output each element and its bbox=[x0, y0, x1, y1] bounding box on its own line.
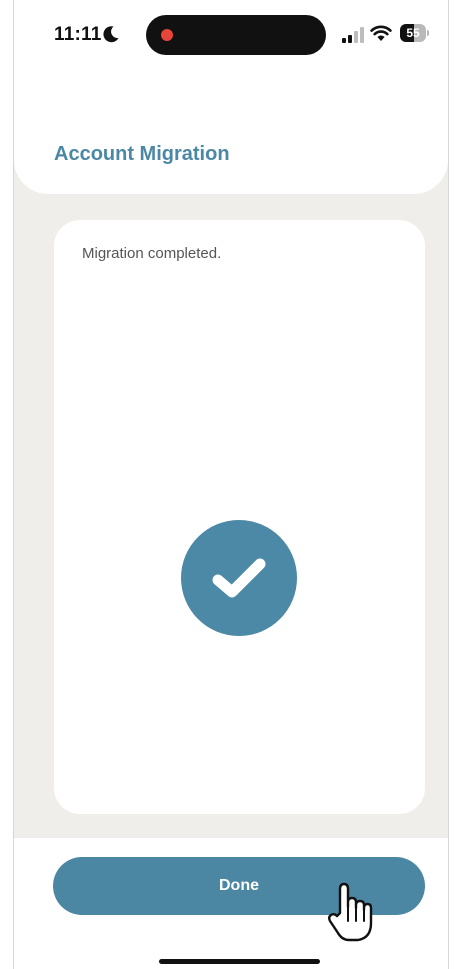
checkmark-circle-icon bbox=[181, 520, 297, 636]
battery-icon: 55 bbox=[400, 24, 429, 42]
battery-level: 55 bbox=[406, 26, 420, 40]
page-title: Account Migration bbox=[54, 143, 230, 165]
recording-indicator-icon bbox=[161, 29, 173, 41]
dynamic-island bbox=[146, 15, 326, 55]
cellular-signal-icon bbox=[342, 27, 364, 43]
header-panel: 11:11 55 Account Migration bbox=[14, 0, 448, 194]
status-bar: 11:11 55 bbox=[14, 0, 448, 70]
moon-icon bbox=[103, 26, 119, 43]
app-screen: 11:11 55 Account Migration Migration com… bbox=[13, 0, 449, 969]
checkmark-icon bbox=[212, 558, 266, 598]
status-message: Migration completed. bbox=[82, 245, 222, 262]
hand-pointer-icon bbox=[328, 882, 373, 942]
migration-status-card: Migration completed. bbox=[54, 220, 425, 814]
wifi-icon bbox=[370, 25, 392, 41]
bottom-action-bar: Done bbox=[14, 838, 448, 969]
status-time: 11:11 bbox=[54, 24, 102, 45]
home-indicator bbox=[159, 959, 320, 964]
